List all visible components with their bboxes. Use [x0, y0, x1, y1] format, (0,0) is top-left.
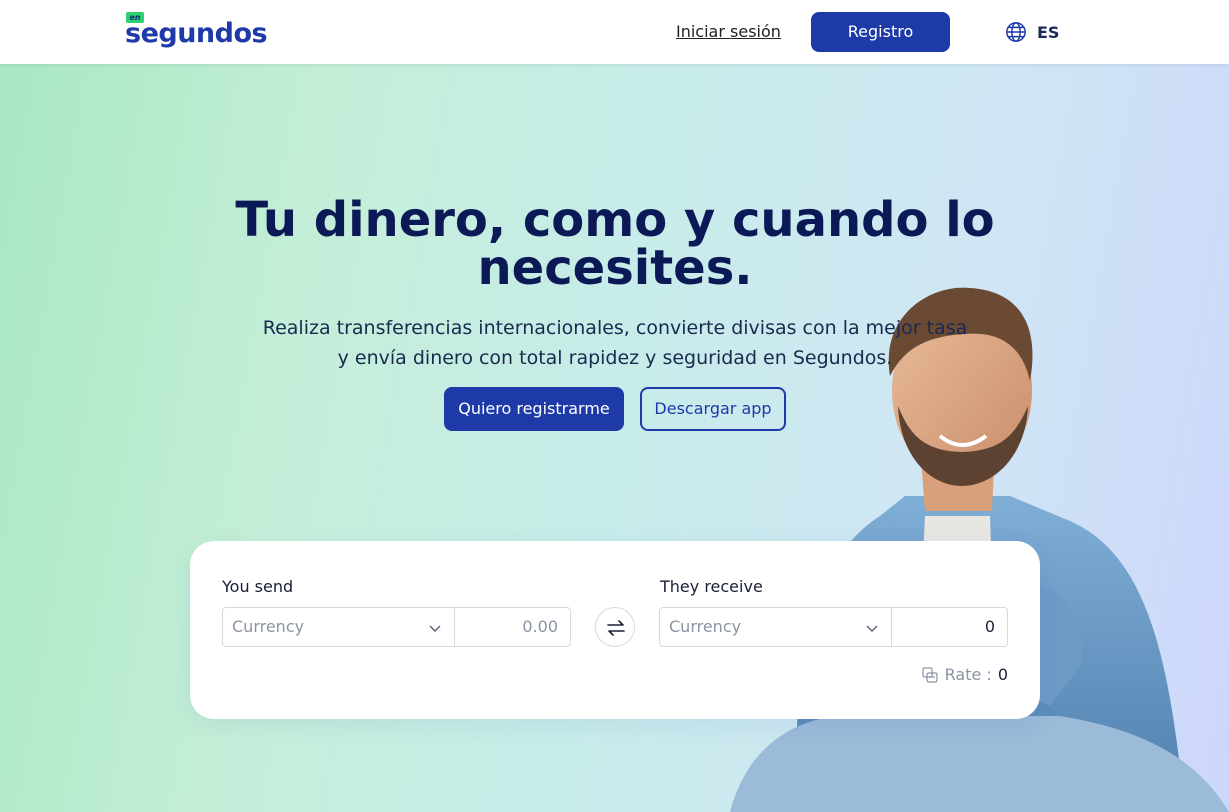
send-currency-select[interactable]: Currency: [222, 607, 455, 647]
exchange-rate: Rate : 0: [921, 665, 1008, 685]
top-navbar: en segundos Iniciar sesión Registro ES: [0, 0, 1229, 64]
they-receive-label: They receive: [660, 577, 763, 596]
hero-section: Tu dinero, como y cuando lo necesites. R…: [0, 64, 1229, 812]
logo-wordmark: segundos: [125, 18, 268, 49]
chevron-down-icon: [866, 625, 878, 632]
download-app-button[interactable]: Descargar app: [640, 387, 786, 431]
you-send-label: You send: [222, 577, 294, 596]
globe-icon: [1006, 22, 1026, 42]
receive-amount-input[interactable]: 0: [892, 607, 1008, 647]
coins-icon: [922, 667, 938, 683]
language-code: ES: [1037, 22, 1060, 42]
swap-arrows-icon: [607, 620, 625, 636]
hero-title: Tu dinero, como y cuando lo necesites.: [235, 192, 995, 296]
rate-label: Rate :: [944, 665, 992, 684]
login-link[interactable]: Iniciar sesión: [676, 22, 781, 42]
register-button[interactable]: Registro: [811, 12, 950, 52]
receive-currency-select[interactable]: Currency: [659, 607, 892, 647]
swap-currencies-button[interactable]: [595, 607, 635, 647]
register-cta-button[interactable]: Quiero registrarme: [444, 387, 624, 431]
send-currency-placeholder: Currency: [232, 617, 305, 636]
receive-currency-placeholder: Currency: [669, 617, 742, 636]
segundos-logo[interactable]: en segundos: [125, 12, 268, 54]
currency-converter-card: You send Currency 0.00 They receive Curr…: [190, 541, 1040, 719]
hero-subtitle: Realiza transferencias internacionales, …: [262, 317, 968, 369]
rate-value: 0: [997, 665, 1008, 684]
send-amount-input[interactable]: 0.00: [455, 607, 571, 647]
language-selector[interactable]: ES: [1005, 20, 1059, 44]
chevron-down-icon: [429, 625, 441, 632]
